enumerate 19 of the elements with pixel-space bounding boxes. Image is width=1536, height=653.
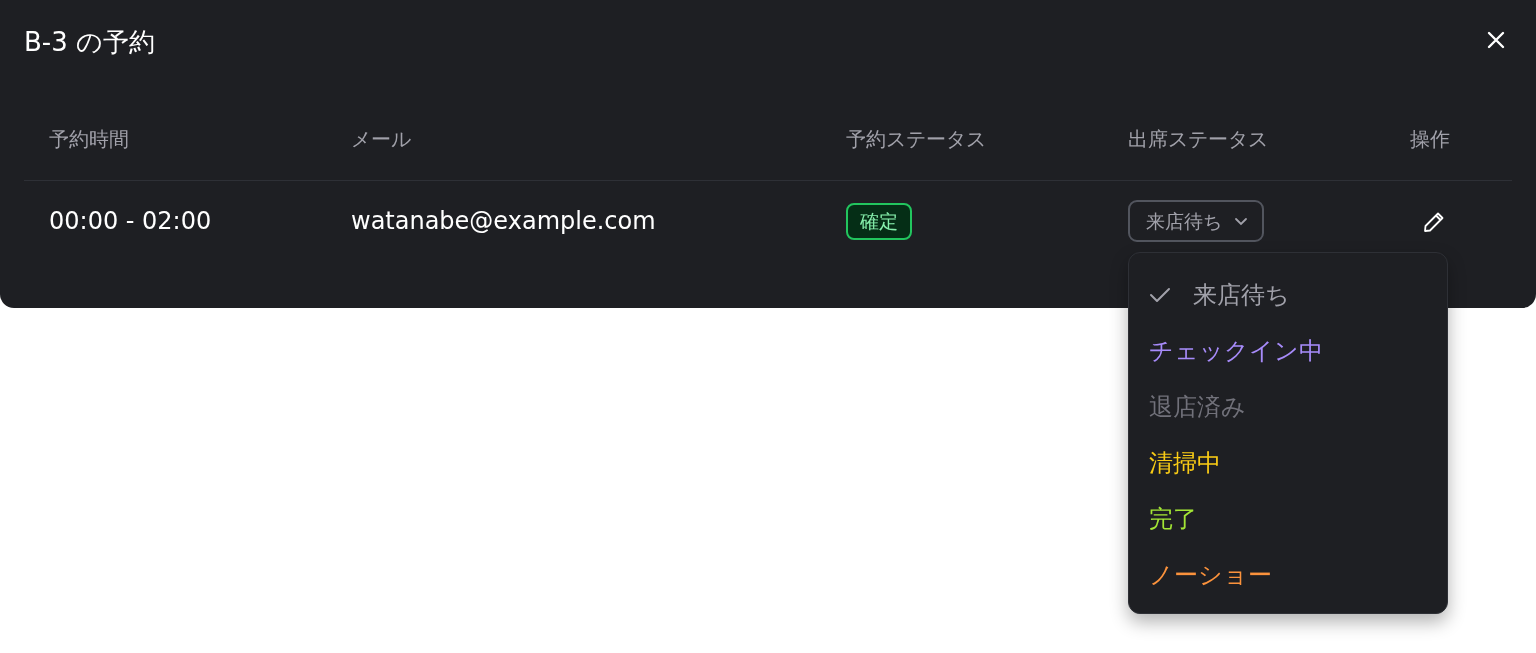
- column-header: メール: [351, 127, 411, 151]
- menu-item[interactable]: チェックイン中: [1129, 322, 1447, 379]
- chevron-down-icon: [1234, 216, 1248, 226]
- menu-item[interactable]: 完了: [1129, 490, 1447, 547]
- table-cell: 00:00 - 02:00: [49, 207, 212, 235]
- column-header: 操作: [1410, 127, 1450, 151]
- column-header: 出席ステータス: [1128, 127, 1268, 151]
- dialog-title: B-3 の予約: [24, 26, 156, 59]
- column-header: 予約ステータス: [846, 127, 986, 151]
- menu-item[interactable]: 来店待ち: [1129, 266, 1447, 323]
- table-cell: watanabe@example.com: [351, 207, 656, 235]
- menu-item[interactable]: 退店済み: [1129, 378, 1447, 435]
- status-badge: 確定: [846, 203, 912, 240]
- menu-item[interactable]: ノーショー: [1129, 546, 1447, 603]
- status-select[interactable]: 来店待ち: [1128, 199, 1264, 243]
- column-header: 予約時間: [49, 127, 129, 151]
- check-icon: [1149, 286, 1171, 303]
- menu-item[interactable]: 清掃中: [1129, 434, 1447, 491]
- pencil-icon: [1422, 210, 1446, 234]
